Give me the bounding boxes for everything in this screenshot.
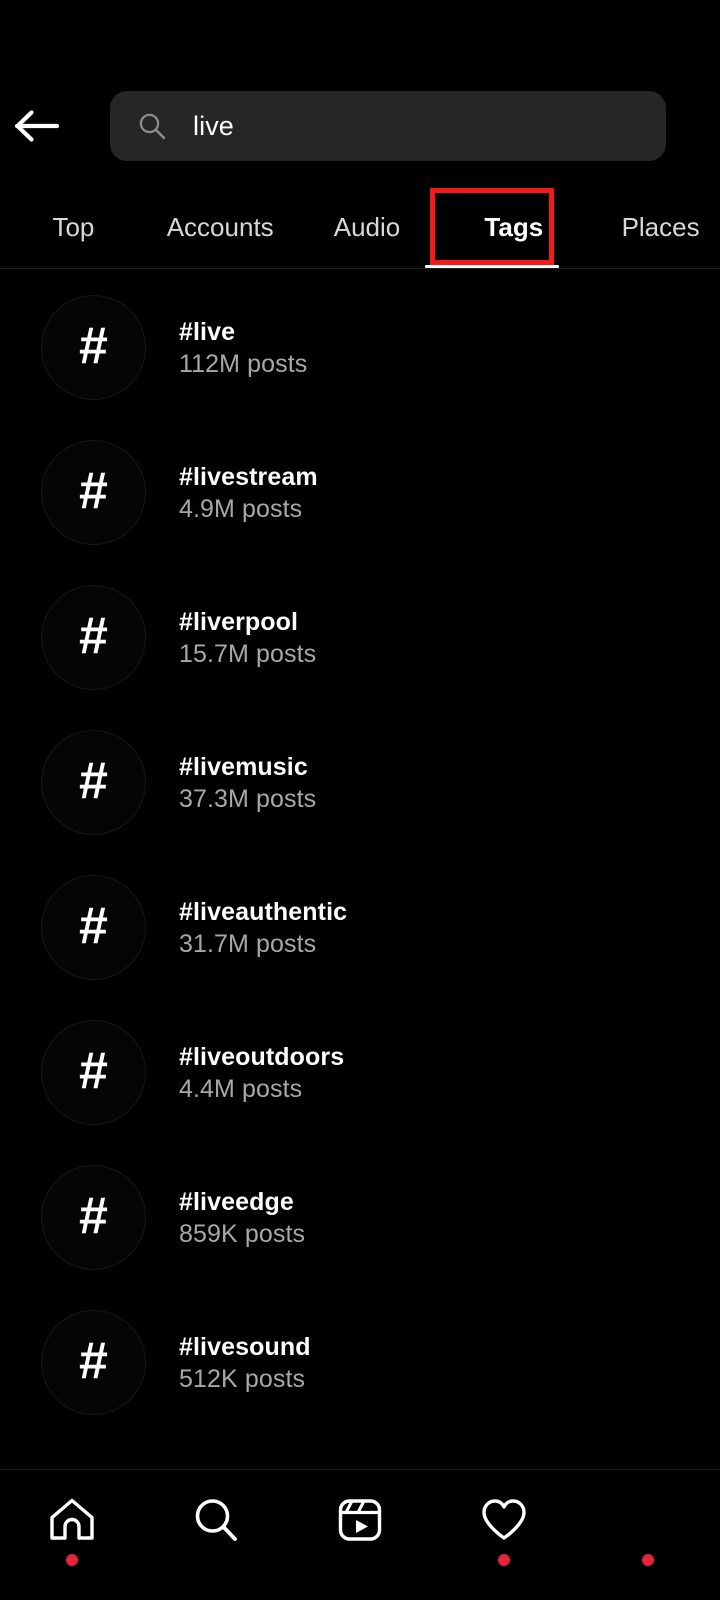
hashtag-glyph: #: [79, 1041, 108, 1100]
hashtag-icon: #: [41, 585, 146, 690]
activity-badge-dot: [498, 1554, 510, 1566]
tab-accounts[interactable]: Accounts: [147, 214, 294, 240]
tab-top[interactable]: Top: [0, 214, 147, 240]
home-icon: [46, 1494, 98, 1546]
hashtag-glyph: #: [79, 751, 108, 810]
nav-profile[interactable]: [576, 1470, 720, 1600]
avatar: [624, 1496, 672, 1544]
profile-badge-dot: [642, 1554, 654, 1566]
tag-count: 4.9M posts: [179, 494, 303, 523]
tab-places[interactable]: Places: [587, 214, 720, 240]
hashtag-icon: #: [41, 295, 146, 400]
tag-name: #livesound: [179, 1332, 311, 1361]
tab-audio[interactable]: Audio: [294, 214, 441, 240]
reels-icon: [334, 1494, 386, 1546]
heart-icon: [478, 1494, 530, 1546]
list-item[interactable]: # #liveedge 859K posts: [0, 1145, 720, 1290]
tag-name: #livemusic: [179, 752, 308, 781]
nav-activity[interactable]: [432, 1470, 576, 1600]
list-item-text: #livestream 4.9M posts: [179, 461, 318, 525]
list-item-text: #liveoutdoors 4.4M posts: [179, 1041, 344, 1105]
tab-bar-divider: [0, 268, 720, 269]
tag-name: #liverpool: [179, 607, 299, 636]
back-button[interactable]: [0, 90, 74, 162]
hashtag-icon: #: [41, 1310, 146, 1415]
search-header: live: [0, 90, 720, 162]
tag-count: 112M posts: [179, 349, 308, 378]
list-item-text: #liveedge 859K posts: [179, 1186, 305, 1250]
tag-name: #liveauthentic: [179, 897, 348, 926]
nav-search[interactable]: [144, 1470, 288, 1600]
tag-results-list: # #live 112M posts # #livestream 4.9M po…: [0, 275, 720, 1435]
tag-count: 37.3M posts: [179, 784, 317, 813]
tag-count: 859K posts: [179, 1219, 306, 1248]
tab-tags[interactable]: Tags: [440, 214, 587, 240]
profile-avatar-icon: [622, 1494, 674, 1546]
hashtag-icon: #: [41, 1165, 146, 1270]
search-input[interactable]: live: [110, 91, 666, 161]
tag-name: #livestream: [179, 462, 318, 491]
hashtag-icon: #: [41, 440, 146, 545]
list-item-text: #liveauthentic 31.7M posts: [179, 896, 347, 960]
instagram-search-tags-screen: live Top Accounts Audio Tags Places # #l…: [0, 0, 720, 1600]
nav-home[interactable]: [0, 1470, 144, 1600]
search-tab-bar: Top Accounts Audio Tags Places: [0, 186, 720, 268]
hashtag-icon: #: [41, 1020, 146, 1125]
hashtag-glyph: #: [79, 606, 108, 665]
list-item-text: #livesound 512K posts: [179, 1331, 311, 1395]
list-item[interactable]: # #liveoutdoors 4.4M posts: [0, 1000, 720, 1145]
list-item[interactable]: # #live 112M posts: [0, 275, 720, 420]
search-icon: [136, 110, 168, 142]
tag-count: 512K posts: [179, 1364, 306, 1393]
nav-reels[interactable]: [288, 1470, 432, 1600]
search-input-value: live: [193, 110, 234, 141]
list-item[interactable]: # #livemusic 37.3M posts: [0, 710, 720, 855]
tag-count: 15.7M posts: [179, 639, 317, 668]
list-item[interactable]: # #liverpool 15.7M posts: [0, 565, 720, 710]
tab-tags-label: Tags: [484, 212, 544, 242]
home-badge-dot: [66, 1554, 78, 1566]
list-item-text: #live 112M posts: [179, 316, 307, 380]
tab-top-label: Top: [52, 212, 95, 242]
tab-audio-label: Audio: [333, 212, 401, 242]
hashtag-glyph: #: [79, 1331, 108, 1390]
hashtag-glyph: #: [79, 461, 108, 520]
list-item[interactable]: # #liveauthentic 31.7M posts: [0, 855, 720, 1000]
tab-places-label: Places: [621, 212, 700, 242]
list-item[interactable]: # #livesound 512K posts: [0, 1290, 720, 1435]
tab-accounts-label: Accounts: [166, 212, 274, 242]
arrow-left-icon: [13, 106, 61, 146]
list-item-text: #livemusic 37.3M posts: [179, 751, 316, 815]
search-icon: [190, 1494, 242, 1546]
list-item-text: #liverpool 15.7M posts: [179, 606, 316, 670]
hashtag-glyph: #: [79, 1186, 108, 1245]
hashtag-glyph: #: [79, 896, 108, 955]
list-item[interactable]: # #livestream 4.9M posts: [0, 420, 720, 565]
bottom-navigation-bar: [0, 1470, 720, 1600]
tag-name: #live: [179, 317, 236, 346]
tag-name: #liveedge: [179, 1187, 294, 1216]
tag-count: 4.4M posts: [179, 1074, 303, 1103]
hashtag-icon: #: [41, 875, 146, 980]
tag-name: #liveoutdoors: [179, 1042, 345, 1071]
hashtag-glyph: #: [79, 316, 108, 375]
tag-count: 31.7M posts: [179, 929, 317, 958]
hashtag-icon: #: [41, 730, 146, 835]
